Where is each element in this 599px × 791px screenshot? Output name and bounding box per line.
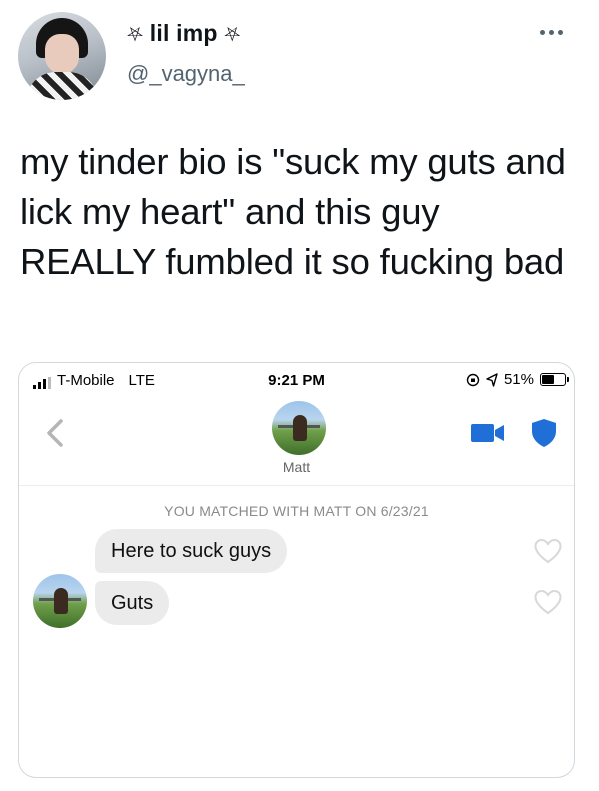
match-name[interactable]: Matt bbox=[19, 459, 574, 475]
display-name-text: lil imp bbox=[149, 20, 218, 46]
pentagram-icon: ⛧ bbox=[224, 24, 241, 46]
avatar-shirt bbox=[26, 72, 98, 100]
header-divider bbox=[19, 485, 574, 486]
safety-shield-icon[interactable] bbox=[531, 418, 557, 448]
like-heart-icon[interactable] bbox=[534, 589, 562, 615]
location-arrow-icon bbox=[486, 372, 498, 387]
message-bubble[interactable]: Here to suck guys bbox=[95, 529, 288, 573]
rotation-lock-icon bbox=[466, 373, 480, 386]
display-name[interactable]: ⛧ lil imp ⛧ bbox=[127, 20, 240, 47]
battery-icon bbox=[540, 373, 569, 386]
avatar-face bbox=[45, 34, 79, 74]
message-bubble[interactable]: Guts bbox=[95, 581, 170, 625]
profile-avatar[interactable] bbox=[18, 12, 106, 100]
pentagram-icon: ⛧ bbox=[127, 24, 144, 46]
status-bar: T-Mobile LTE 9:21 PM 51% bbox=[19, 363, 574, 399]
status-right: 51% bbox=[466, 371, 569, 388]
sender-avatar[interactable] bbox=[33, 574, 87, 628]
user-handle[interactable]: @_vagyna_ bbox=[127, 61, 245, 87]
ellipsis-icon[interactable] bbox=[540, 22, 576, 42]
attached-image[interactable]: T-Mobile LTE 9:21 PM 51% Matt YOU MATCHE… bbox=[18, 362, 575, 778]
tweet-text: my tinder bio is "suck my guts and lick … bbox=[20, 141, 566, 282]
video-call-icon[interactable] bbox=[471, 423, 505, 443]
match-avatar[interactable] bbox=[272, 401, 326, 455]
matched-banner: YOU MATCHED WITH MATT ON 6/23/21 bbox=[164, 503, 429, 519]
battery-percent: 51% bbox=[503, 371, 534, 388]
back-chevron-icon[interactable] bbox=[41, 415, 71, 451]
like-heart-icon[interactable] bbox=[534, 538, 562, 564]
